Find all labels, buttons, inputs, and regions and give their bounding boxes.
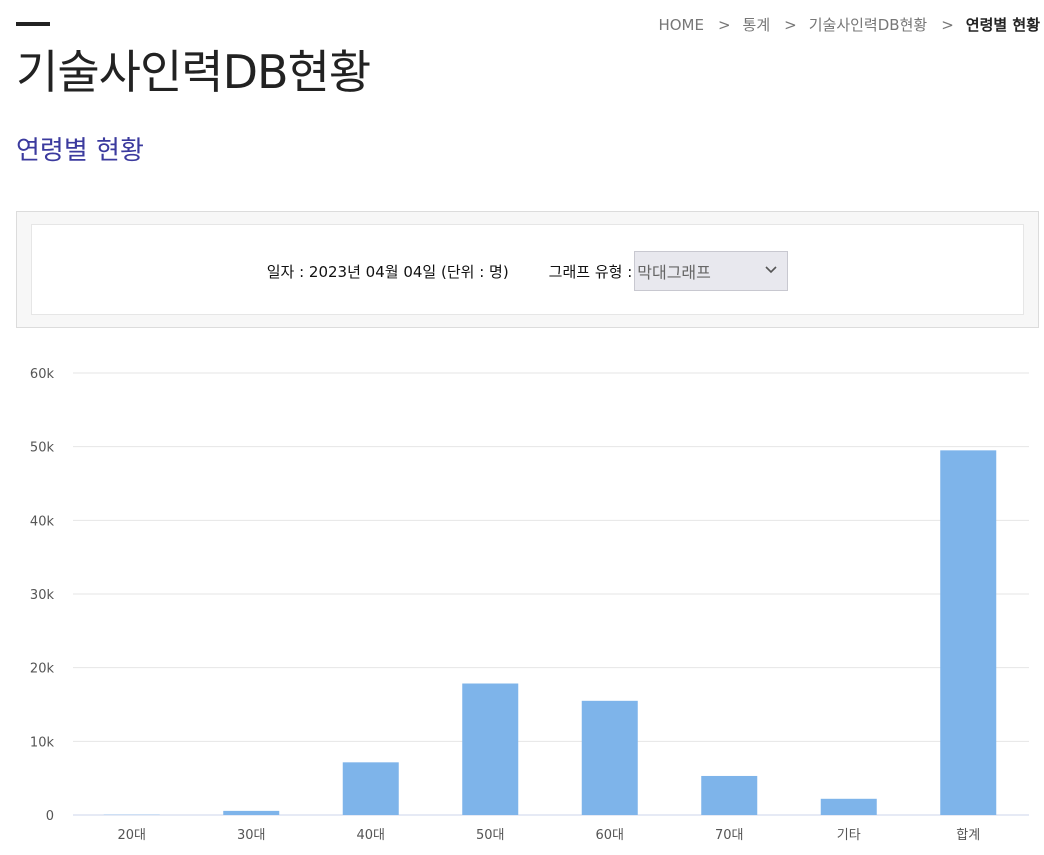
bar xyxy=(820,798,877,815)
chevron-down-icon xyxy=(765,266,777,274)
filter-row: 일자 : 2023년 04월 04일 (단위 : 명) 그래프 유형 : 막대그… xyxy=(32,251,1023,291)
x-tick-label: 50대 xyxy=(476,828,505,843)
bar-chart: 0 10k 20k 30k 40k 50k 60k 20대 30대 40대 50대 60대 70대 기타 합… xyxy=(30,367,1029,843)
x-tick-label: 40대 xyxy=(356,828,385,843)
x-tick-label: 70대 xyxy=(715,828,744,843)
date-unit-text: 일자 : 2023년 04월 04일 (단위 : 명) xyxy=(266,262,509,281)
y-tick-label: 10k xyxy=(30,735,55,750)
breadcrumb-db-status[interactable]: 기술사인력DB현황 xyxy=(809,14,927,35)
y-tick-label: 30k xyxy=(30,588,55,603)
y-tick-label: 0 xyxy=(46,809,54,824)
bar xyxy=(940,450,997,815)
breadcrumb: HOME > 통계 > 기술사인력DB현황 > 연령별 현황 xyxy=(658,14,1040,35)
title-accent-bar xyxy=(16,22,50,26)
section-title: 연령별 현황 xyxy=(16,136,144,166)
graph-type-select[interactable]: 막대그래프 xyxy=(634,251,789,291)
y-tick-label: 50k xyxy=(30,441,55,456)
x-tick-label: 기타 xyxy=(837,828,861,843)
x-tick-label: 30대 xyxy=(237,828,266,843)
bar xyxy=(581,700,638,815)
breadcrumb-home[interactable]: HOME xyxy=(658,16,704,34)
y-tick-label: 40k xyxy=(30,514,55,529)
breadcrumb-separator: > xyxy=(784,15,797,34)
page-title: 기술사인력DB현황 xyxy=(16,45,371,99)
bar xyxy=(223,810,280,815)
graph-type-label: 그래프 유형 : xyxy=(548,262,633,281)
y-tick-label: 60k xyxy=(30,367,55,382)
x-tick-label: 합계 xyxy=(956,828,980,843)
breadcrumb-statistics[interactable]: 통계 xyxy=(743,14,771,35)
graph-type-selected-value: 막대그래프 xyxy=(637,263,711,282)
filter-panel: 일자 : 2023년 04월 04일 (단위 : 명) 그래프 유형 : 막대그… xyxy=(16,211,1039,328)
breadcrumb-current: 연령별 현황 xyxy=(965,16,1040,34)
y-tick-label: 20k xyxy=(30,662,55,677)
x-tick-label: 20대 xyxy=(117,828,146,843)
bar xyxy=(462,683,519,815)
breadcrumb-separator: > xyxy=(717,15,731,34)
filter-panel-inner: 일자 : 2023년 04월 04일 (단위 : 명) 그래프 유형 : 막대그… xyxy=(31,224,1024,315)
bar xyxy=(342,762,399,815)
breadcrumb-separator: > xyxy=(941,15,954,34)
bar xyxy=(701,775,758,815)
x-tick-label: 60대 xyxy=(595,828,624,843)
